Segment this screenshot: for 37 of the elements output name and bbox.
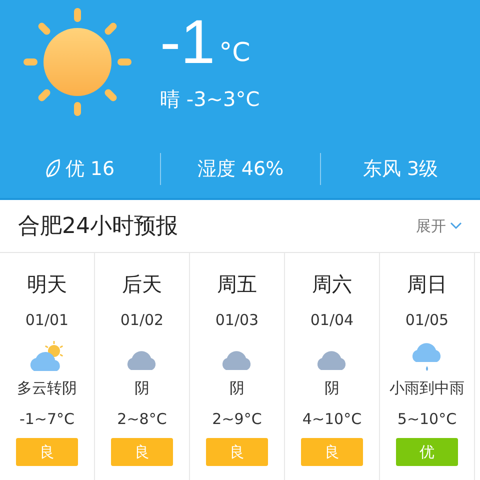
date-label: 01/01 <box>25 311 69 329</box>
date-label: 01/04 <box>310 311 354 329</box>
temperature-range: -1~7°C <box>19 410 75 428</box>
temperature-range: 2~9°C <box>212 410 262 428</box>
temperature-range: 5~10°C <box>397 410 457 428</box>
weather-description: 多云转阴 <box>17 379 77 398</box>
air-quality-badge: 良 <box>16 438 78 466</box>
forecast-title: 合肥24小时预报 <box>18 213 178 241</box>
expand-button[interactable]: 展开 <box>416 216 462 236</box>
weather-summary: 晴 -3~3°C <box>160 86 260 113</box>
weather-description: 阴 <box>134 379 150 398</box>
day-label: 周日 <box>407 271 447 298</box>
weather-stat: 优 16 <box>65 157 115 182</box>
date-label: 01/02 <box>120 311 164 329</box>
day-label: 周五 <box>217 271 257 298</box>
chevron-down-icon <box>450 222 462 230</box>
sun-icon <box>22 6 132 118</box>
air-quality-badge: 良 <box>301 438 363 466</box>
day-label: 周六 <box>312 271 352 298</box>
temperature-unit: °C <box>219 38 250 68</box>
weather-stat: 湿度 46% <box>197 157 284 182</box>
weather-description: 阴 <box>324 379 340 398</box>
day-label: 后天 <box>122 271 162 298</box>
current-temperature: -1 <box>160 8 216 78</box>
air-quality-badge: 良 <box>111 438 173 466</box>
leaf-icon <box>45 159 62 179</box>
temperature-range: 4~10°C <box>302 410 362 428</box>
air-quality-badge: 优 <box>396 438 458 466</box>
sun-cloud-icon <box>28 341 66 373</box>
temperature-range: 2~8°C <box>117 410 167 428</box>
day-label: 明天 <box>27 271 67 298</box>
weather-description: 阴 <box>230 379 244 398</box>
air-quality-badge: 良 <box>206 438 268 466</box>
date-label: 01/03 <box>215 311 259 329</box>
weather-description: 小雨到中雨 <box>390 379 464 398</box>
weather-stat: 东风 3级 <box>362 157 438 182</box>
date-label: 01/05 <box>405 311 449 329</box>
